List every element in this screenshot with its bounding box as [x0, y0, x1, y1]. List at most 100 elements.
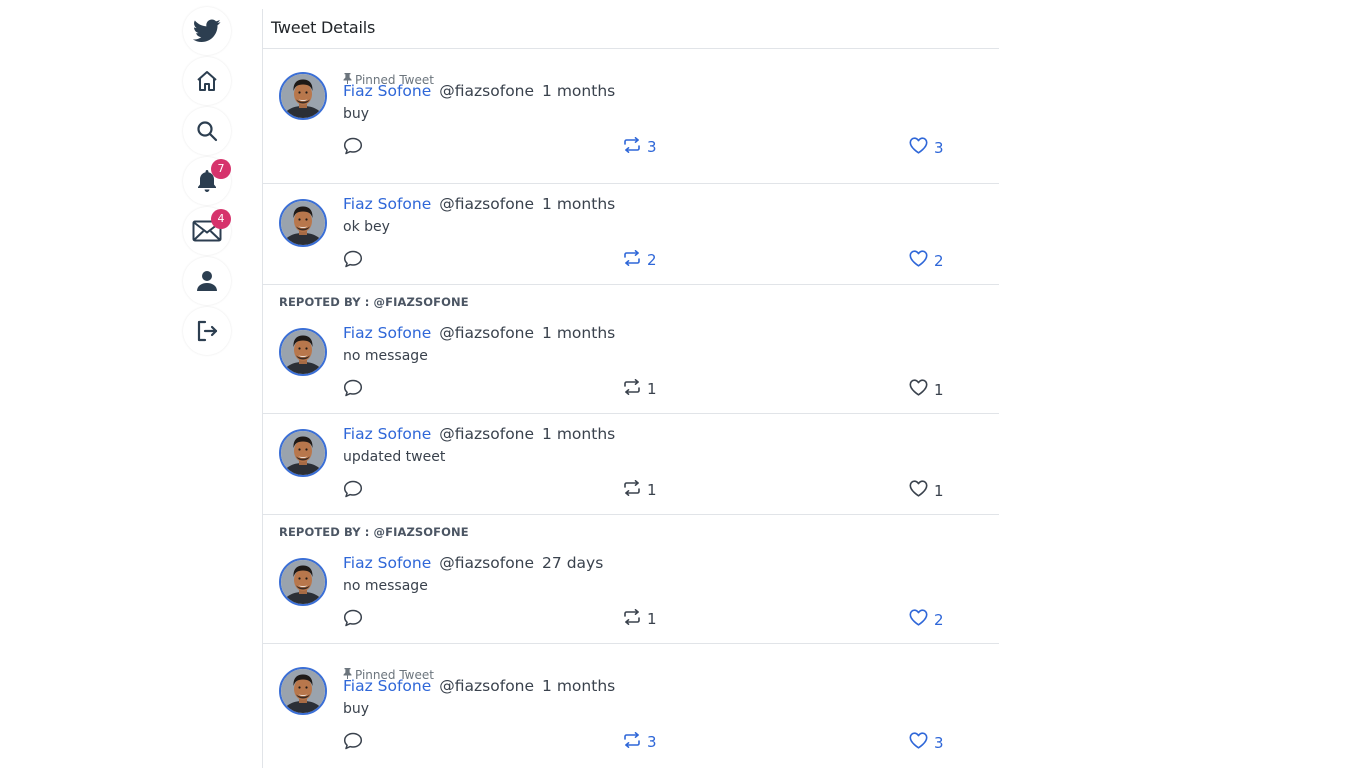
nav-messages[interactable]: 4 [183, 207, 231, 255]
author-name[interactable]: Fiaz Sofone [343, 82, 431, 100]
retweet-button[interactable]: 2 [623, 250, 657, 270]
tweet-card[interactable]: Pinned Tweet Fiaz Sofone @fiazsofone 1 mon… [263, 49, 999, 184]
like-count: 1 [934, 481, 944, 500]
like-button[interactable]: 2 [909, 250, 944, 271]
retweet-icon [623, 250, 641, 270]
tweet-text: buy [343, 106, 370, 122]
tweet-card[interactable]: Fiaz Sofone @fiazsofone 1 months ok bey 2 … [263, 184, 999, 285]
author-name[interactable]: Fiaz Sofone [343, 195, 431, 213]
page-title: Tweet Details [271, 18, 376, 37]
tweet-text: buy [343, 701, 370, 717]
retweet-button[interactable]: 1 [623, 379, 657, 399]
like-button[interactable]: 1 [909, 480, 944, 501]
retweet-count: 2 [647, 251, 657, 269]
tweet-details-panel: Tweet Details Pinned Tweet Fiaz Sofone @… [262, 9, 999, 768]
nav-search[interactable] [183, 107, 231, 155]
heart-icon [909, 379, 928, 400]
nav-home[interactable] [183, 57, 231, 105]
author-handle[interactable]: @fiazsofone [439, 82, 534, 100]
tweet-meta: Fiaz Sofone @fiazsofone 1 months [343, 324, 615, 342]
like-button[interactable]: 3 [909, 732, 944, 753]
avatar[interactable] [279, 199, 327, 247]
avatar[interactable] [279, 429, 327, 477]
tweet-actions: 3 3 [343, 137, 944, 159]
tweet-meta: Fiaz Sofone @fiazsofone 27 days [343, 554, 603, 572]
reply-button[interactable] [343, 609, 363, 631]
retweet-button[interactable]: 3 [623, 732, 657, 752]
retweet-count: 1 [647, 481, 657, 499]
author-handle[interactable]: @fiazsofone [439, 554, 534, 572]
tweet-time: 1 months [542, 425, 616, 443]
tweet-actions: 3 3 [343, 732, 944, 754]
tweet-text: no message [343, 348, 428, 364]
home-icon [195, 69, 219, 93]
like-button[interactable]: 3 [909, 137, 944, 158]
nav-twitter-logo[interactable] [183, 7, 231, 55]
author-handle[interactable]: @fiazsofone [439, 425, 534, 443]
user-icon [196, 270, 218, 292]
retweet-button[interactable]: 1 [623, 480, 657, 500]
reply-button[interactable] [343, 732, 363, 754]
author-handle[interactable]: @fiazsofone [439, 324, 534, 342]
tweet-text: ok bey [343, 219, 390, 235]
tweet-time: 1 months [542, 677, 616, 695]
avatar[interactable] [279, 667, 327, 715]
like-count: 1 [934, 380, 944, 399]
tweet-actions: 1 1 [343, 480, 944, 502]
reply-button[interactable] [343, 480, 363, 502]
avatar[interactable] [279, 558, 327, 606]
heart-icon [909, 609, 928, 630]
nav-profile[interactable] [183, 257, 231, 305]
tweet-meta: Fiaz Sofone @fiazsofone 1 months [343, 82, 615, 100]
avatar[interactable] [279, 72, 327, 120]
tweet-time: 1 months [542, 324, 616, 342]
tweet-card[interactable]: REPOTED BY : @FIAZSOFONE Fiaz Sofone @fia… [263, 285, 999, 414]
author-name[interactable]: Fiaz Sofone [343, 677, 431, 695]
retweet-icon [623, 480, 641, 500]
logout-icon [195, 319, 219, 343]
like-button[interactable]: 2 [909, 609, 944, 630]
comment-icon [343, 609, 363, 631]
retweet-button[interactable]: 1 [623, 609, 657, 629]
reposted-by-label: REPOTED BY : @FIAZSOFONE [279, 295, 469, 309]
nav-logout[interactable] [183, 307, 231, 355]
retweet-icon [623, 137, 641, 157]
tweet-meta: Fiaz Sofone @fiazsofone 1 months [343, 677, 615, 695]
reply-button[interactable] [343, 137, 363, 159]
retweet-button[interactable]: 3 [623, 137, 657, 157]
comment-icon [343, 732, 363, 754]
author-name[interactable]: Fiaz Sofone [343, 425, 431, 443]
like-button[interactable]: 1 [909, 379, 944, 400]
retweet-count: 1 [647, 380, 657, 398]
tweet-time: 27 days [542, 554, 604, 572]
author-name[interactable]: Fiaz Sofone [343, 324, 431, 342]
tweet-card[interactable]: Fiaz Sofone @fiazsofone 1 months updated t… [263, 414, 999, 515]
tweet-list: Pinned Tweet Fiaz Sofone @fiazsofone 1 mon… [263, 49, 999, 768]
tweet-meta: Fiaz Sofone @fiazsofone 1 months [343, 195, 615, 213]
heart-icon [909, 480, 928, 501]
retweet-count: 3 [647, 138, 657, 156]
author-handle[interactable]: @fiazsofone [439, 677, 534, 695]
like-count: 2 [934, 610, 944, 629]
tweet-meta: Fiaz Sofone @fiazsofone 1 months [343, 425, 615, 443]
tweet-card[interactable]: Pinned Tweet Fiaz Sofone @fiazsofone 1 mon… [263, 644, 999, 768]
author-handle[interactable]: @fiazsofone [439, 195, 534, 213]
retweet-count: 1 [647, 610, 657, 628]
author-name[interactable]: Fiaz Sofone [343, 554, 431, 572]
tweet-text: no message [343, 578, 428, 594]
twitter-bird-icon [193, 19, 221, 43]
reply-button[interactable] [343, 379, 363, 401]
reply-button[interactable] [343, 250, 363, 272]
tweet-actions: 2 2 [343, 250, 944, 272]
nav-notifications[interactable]: 7 [183, 157, 231, 205]
retweet-count: 3 [647, 733, 657, 751]
retweet-icon [623, 609, 641, 629]
tweet-time: 1 months [542, 195, 616, 213]
heart-icon [909, 137, 928, 158]
comment-icon [343, 480, 363, 502]
tweet-card[interactable]: REPOTED BY : @FIAZSOFONE Fiaz Sofone @fia… [263, 515, 999, 644]
like-count: 3 [934, 733, 944, 752]
avatar[interactable] [279, 328, 327, 376]
like-count: 2 [934, 251, 944, 270]
panel-header: Tweet Details [263, 9, 999, 49]
